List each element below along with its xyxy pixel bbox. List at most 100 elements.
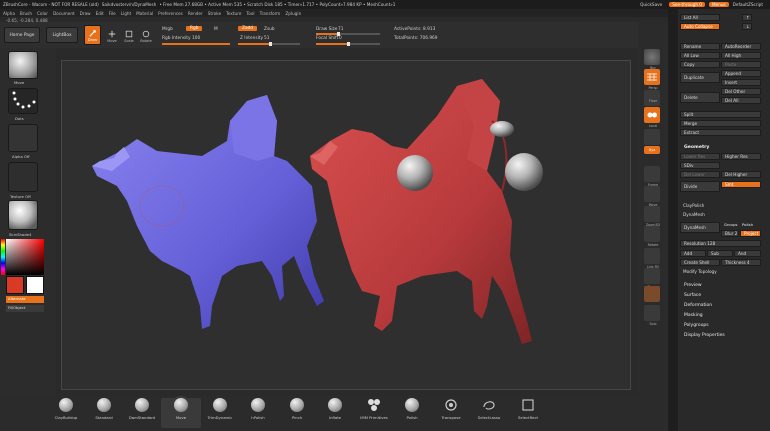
z-intensity-value[interactable]: 51 — [264, 36, 269, 41]
menu-light[interactable]: Light — [121, 11, 131, 16]
mrgb-toggle[interactable]: Mrgb — [162, 27, 173, 32]
red-dog-mesh[interactable] — [310, 79, 543, 344]
lower-res-button[interactable]: Lower Res — [680, 153, 720, 160]
menu-transform[interactable]: Transform — [260, 11, 281, 16]
texture-selector[interactable] — [8, 162, 38, 192]
and-button[interactable]: And — [734, 250, 761, 257]
focal-shift-value[interactable]: 0 — [339, 36, 342, 41]
line-fill-icon[interactable] — [644, 248, 660, 264]
stroke-selector[interactable] — [8, 88, 38, 114]
all-low-button[interactable]: All Low — [680, 52, 720, 59]
brush-hpolish[interactable]: hPolish — [238, 398, 278, 420]
menu-zplugin[interactable]: Zplugin — [285, 11, 301, 16]
palette-scrollbar[interactable] — [668, 9, 678, 431]
brush-polish[interactable]: Polish — [392, 398, 432, 420]
zsub-toggle[interactable]: Zsub — [264, 27, 275, 32]
main-color-swatch[interactable] — [6, 276, 24, 294]
menu-stroke[interactable]: Stroke — [208, 11, 221, 16]
persp-icon[interactable] — [644, 69, 660, 85]
scale-mode-button[interactable]: Scale — [121, 25, 137, 43]
draw-button[interactable]: Draw — [84, 25, 101, 45]
rotate-view-icon[interactable] — [644, 226, 660, 242]
material-selector[interactable] — [8, 200, 38, 230]
alpha-selector[interactable] — [8, 124, 38, 152]
solo-toggle-icon[interactable] — [644, 305, 660, 321]
brush-standard[interactable]: Standard — [84, 398, 124, 420]
auto-collapse-button[interactable]: Auto Collapse — [680, 23, 720, 30]
all-high-button[interactable]: All High — [721, 52, 761, 59]
frame-icon[interactable] — [644, 166, 660, 182]
menu-alpha[interactable]: Alpha — [3, 11, 15, 16]
geometry-header[interactable]: Geometry — [684, 145, 709, 150]
brush-selectlasso[interactable]: SelectLasso — [469, 398, 509, 420]
zadd-toggle[interactable]: Zadd — [238, 26, 258, 31]
move-view-icon[interactable] — [644, 186, 660, 202]
xyz-icon[interactable] — [644, 129, 660, 145]
menu-document[interactable]: Document — [53, 11, 75, 16]
create-shell-button[interactable]: Create Shell — [680, 259, 720, 266]
viewport-3d[interactable] — [62, 61, 632, 391]
sdiv-slider[interactable]: SDiv — [680, 162, 720, 169]
brush-trimdynamic[interactable]: TrimDynamic — [200, 398, 240, 420]
hue-strip[interactable] — [1, 239, 5, 275]
add-button[interactable]: Add — [680, 250, 706, 257]
local-icon[interactable] — [644, 107, 660, 123]
claypolish-header[interactable]: ClayPolish — [680, 202, 761, 209]
menu-brush[interactable]: Brush — [20, 11, 32, 16]
alternate-button[interactable]: Alternate — [6, 296, 44, 303]
insert-button[interactable]: Insert — [721, 79, 761, 86]
fill-object-button[interactable]: FillObject — [6, 305, 44, 312]
smt-toggle[interactable]: Smt — [721, 181, 761, 188]
blur-slider[interactable]: Blur 2 — [721, 230, 739, 237]
color-picker[interactable] — [6, 239, 44, 275]
menu-file[interactable]: File — [109, 11, 116, 16]
extract-button[interactable]: Extract — [680, 129, 761, 136]
brush-imm-primitives[interactable]: IMM Primitives — [354, 398, 394, 420]
modify-topology-header[interactable]: Modify Topology — [680, 268, 761, 275]
list-all-button[interactable]: List All — [680, 14, 720, 21]
rename-button[interactable]: Rename — [680, 43, 720, 50]
menu-texture[interactable]: Texture — [226, 11, 241, 16]
zoom3d-icon[interactable] — [644, 206, 660, 222]
merge-button[interactable]: Merge — [680, 120, 761, 127]
dynamesh-header[interactable]: DynaMesh — [680, 211, 761, 218]
brush-damstandard[interactable]: DamStandard — [122, 398, 162, 420]
brush-transpose[interactable]: Transpose — [431, 398, 471, 420]
menus-button[interactable]: Menus — [708, 2, 729, 7]
split-button[interactable]: Split — [680, 111, 761, 118]
higher-res-button[interactable]: Higher Res — [721, 153, 761, 160]
rgb-intensity-value[interactable]: 100 — [192, 36, 200, 41]
del-lower-button[interactable]: Del Lower — [680, 171, 720, 178]
see-through-slider[interactable]: See-through 0 — [669, 2, 705, 7]
xyz-toggle[interactable]: Xyz — [644, 146, 660, 154]
bpr-icon[interactable] — [644, 49, 660, 65]
copy-button[interactable]: Copy — [680, 61, 720, 68]
rgb-intensity-slider[interactable] — [162, 43, 230, 45]
z-intensity-slider[interactable] — [238, 42, 300, 46]
brush-pinch[interactable]: Pinch — [277, 398, 317, 420]
menu-preferences[interactable]: Preferences — [158, 11, 183, 16]
brush-move[interactable]: Move — [161, 398, 201, 428]
masking-section[interactable]: Masking — [684, 313, 703, 318]
brush-claybuildup[interactable]: ClayBuildup — [46, 398, 86, 420]
menu-render[interactable]: Render — [188, 11, 203, 16]
polygroups-section[interactable]: Polygroups — [684, 323, 709, 328]
m-toggle[interactable]: M — [214, 27, 218, 32]
thickness-slider[interactable]: Thickness 4 — [721, 259, 761, 266]
autoreorder-button[interactable]: AutoReorder — [721, 43, 761, 50]
secondary-color-swatch[interactable] — [26, 276, 44, 294]
groups-toggle[interactable]: Groups — [724, 222, 738, 227]
lightbox-button[interactable]: LightBox — [46, 27, 78, 43]
transp-icon[interactable] — [644, 268, 660, 284]
dynamesh-button[interactable]: DynaMesh — [680, 222, 720, 233]
delete-button[interactable]: Delete — [680, 92, 720, 103]
menu-draw[interactable]: Draw — [80, 11, 91, 16]
project-toggle[interactable]: Project — [740, 230, 761, 237]
del-all-button[interactable]: Del All — [721, 97, 761, 104]
duplicate-button[interactable]: Duplicate — [680, 72, 720, 83]
menu-tool[interactable]: Tool — [246, 11, 254, 16]
quicksave-button[interactable]: QuickSave — [640, 2, 662, 7]
menu-edit[interactable]: Edit — [96, 11, 104, 16]
del-other-button[interactable]: Del Other — [721, 88, 761, 95]
brush-selector[interactable] — [8, 51, 38, 79]
